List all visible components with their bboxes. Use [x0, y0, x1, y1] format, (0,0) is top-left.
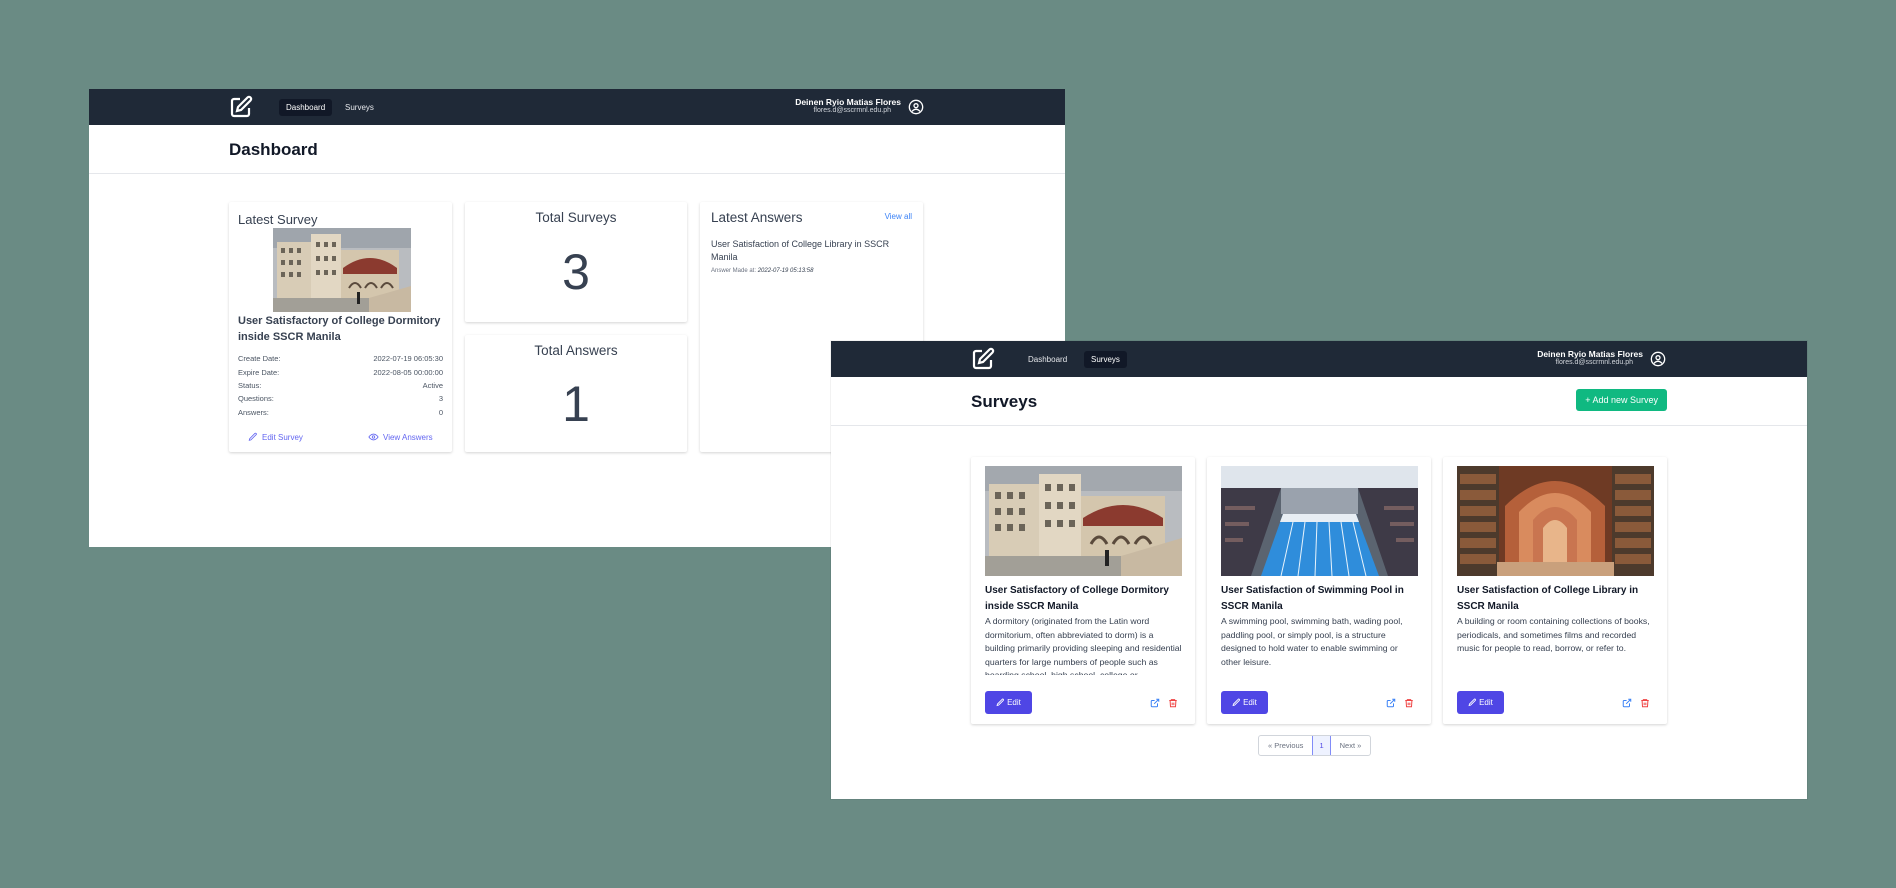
edit-survey-link[interactable]: Edit Survey: [248, 432, 303, 442]
latest-answer-title[interactable]: User Satisfaction of College Library in …: [711, 238, 896, 264]
expire-date-row: Expire Date: 2022-08-05 00:00:00: [238, 368, 443, 377]
external-link-icon[interactable]: [1622, 698, 1632, 708]
survey-description: A dormitory (originated from the Latin w…: [985, 616, 1182, 675]
questions-label: Questions:: [238, 394, 274, 403]
edit-label: Edit: [1479, 698, 1493, 707]
edit-survey-button[interactable]: Edit: [1457, 691, 1504, 714]
survey-title: User Satisfaction of College Library in …: [1457, 585, 1639, 612]
edit-survey-button[interactable]: Edit: [985, 691, 1032, 714]
nav-surveys[interactable]: Surveys: [338, 99, 381, 116]
survey-title: User Satisfactory of College Dormitory i…: [985, 585, 1169, 612]
pagination: « Previous 1 Next »: [1258, 735, 1372, 756]
status-label: Status:: [238, 381, 262, 390]
edit-logo-icon[interactable]: [971, 347, 995, 371]
survey-image-dormitory[interactable]: [985, 466, 1182, 576]
latest-survey-image: [273, 228, 411, 312]
user-circle-icon[interactable]: [1650, 351, 1666, 367]
trash-icon[interactable]: [1404, 698, 1414, 708]
answers-label: Answers:: [238, 408, 269, 417]
total-surveys-card: Total Surveys 3: [465, 202, 687, 322]
pencil-icon: [996, 698, 1005, 707]
surveys-window: Dashboard Surveys Deinen Ryio Matias Flo…: [831, 341, 1807, 799]
pencil-icon: [248, 432, 257, 441]
edit-survey-button[interactable]: Edit: [1221, 691, 1268, 714]
expire-date-label: Expire Date:: [238, 368, 280, 377]
trash-icon[interactable]: [1168, 698, 1178, 708]
survey-card: User Satisfaction of College Library in …: [1443, 457, 1667, 724]
external-link-icon[interactable]: [1386, 698, 1396, 708]
status-value: Active: [422, 381, 443, 390]
view-answers-link[interactable]: View Answers: [368, 432, 433, 442]
previous-page-button[interactable]: « Previous: [1259, 736, 1312, 755]
survey-card: User Satisfactory of College Dormitory i…: [971, 457, 1195, 724]
survey-image-library[interactable]: [1457, 466, 1654, 576]
total-surveys-value: 3: [562, 244, 590, 300]
user-circle-icon[interactable]: [908, 99, 924, 115]
edit-survey-label: Edit Survey: [262, 432, 303, 442]
view-all-link[interactable]: View all: [885, 212, 912, 221]
questions-value: 3: [438, 394, 443, 403]
total-answers-label: Total Answers: [534, 343, 618, 358]
page-title: Surveys: [971, 392, 1038, 411]
nav-surveys[interactable]: Surveys: [1084, 351, 1127, 368]
page-header: Dashboard: [89, 125, 1065, 174]
pencil-icon: [1468, 698, 1477, 707]
expire-date-value: 2022-08-05 00:00:00: [373, 368, 443, 377]
total-answers-value: 1: [562, 376, 590, 432]
nav-dashboard[interactable]: Dashboard: [279, 99, 333, 116]
navbar: Dashboard Surveys Deinen Ryio Matias Flo…: [831, 341, 1807, 377]
survey-description: A building or room containing collection…: [1457, 616, 1650, 653]
external-link-icon[interactable]: [1150, 698, 1160, 708]
latest-survey-heading: Latest Survey: [238, 212, 318, 227]
navbar: Dashboard Surveys Deinen Ryio Matias Flo…: [89, 89, 1065, 125]
answer-made-label: Answer Made at:: [711, 268, 757, 274]
user-email: flores.d@sscrmnl.edu.ph: [813, 107, 891, 114]
edit-label: Edit: [1243, 698, 1257, 707]
survey-description: A swimming pool, swimming bath, wading p…: [1221, 616, 1403, 667]
page-title: Dashboard: [229, 140, 318, 159]
answers-row: Answers: 0: [238, 408, 443, 417]
latest-survey-name: User Satisfactory of College Dormitory i…: [238, 315, 441, 343]
add-new-survey-button[interactable]: + Add new Survey: [1576, 389, 1667, 411]
survey-card: User Satisfaction of Swimming Pool in SS…: [1207, 457, 1431, 724]
edit-label: Edit: [1007, 698, 1021, 707]
page-1-button[interactable]: 1: [1312, 736, 1331, 755]
page-header: Surveys + Add new Survey: [831, 377, 1807, 426]
questions-row: Questions: 3: [238, 394, 443, 403]
trash-icon[interactable]: [1640, 698, 1650, 708]
nav-dashboard[interactable]: Dashboard: [1021, 351, 1074, 368]
user-name: Deinen Ryio Matias Flores: [1537, 349, 1643, 359]
answer-made-value: 2022-07-19 05:13:58: [757, 268, 814, 274]
create-date-value: 2022-07-19 06:05:30: [373, 354, 443, 363]
user-email: flores.d@sscrmnl.edu.ph: [1555, 359, 1633, 366]
survey-image-swimming-pool[interactable]: [1221, 466, 1418, 576]
latest-survey-card: Latest Survey User Satisfactory of Colle…: [229, 202, 452, 452]
edit-logo-icon[interactable]: [229, 95, 253, 119]
total-surveys-label: Total Surveys: [535, 210, 617, 225]
eye-icon: [368, 433, 379, 441]
latest-answer-meta: Answer Made at: 2022-07-19 05:13:58: [711, 268, 813, 274]
user-name: Deinen Ryio Matias Flores: [795, 97, 901, 107]
status-row: Status: Active: [238, 381, 443, 390]
pencil-icon: [1232, 698, 1241, 707]
total-answers-card: Total Answers 1: [465, 335, 687, 452]
answers-value: 0: [438, 408, 443, 417]
survey-title: User Satisfaction of Swimming Pool in SS…: [1221, 585, 1404, 612]
create-date-row: Create Date: 2022-07-19 06:05:30: [238, 354, 443, 363]
create-date-label: Create Date:: [238, 354, 281, 363]
next-page-button[interactable]: Next »: [1331, 736, 1371, 755]
latest-answers-heading: Latest Answers: [711, 210, 803, 225]
view-answers-label: View Answers: [383, 432, 433, 442]
